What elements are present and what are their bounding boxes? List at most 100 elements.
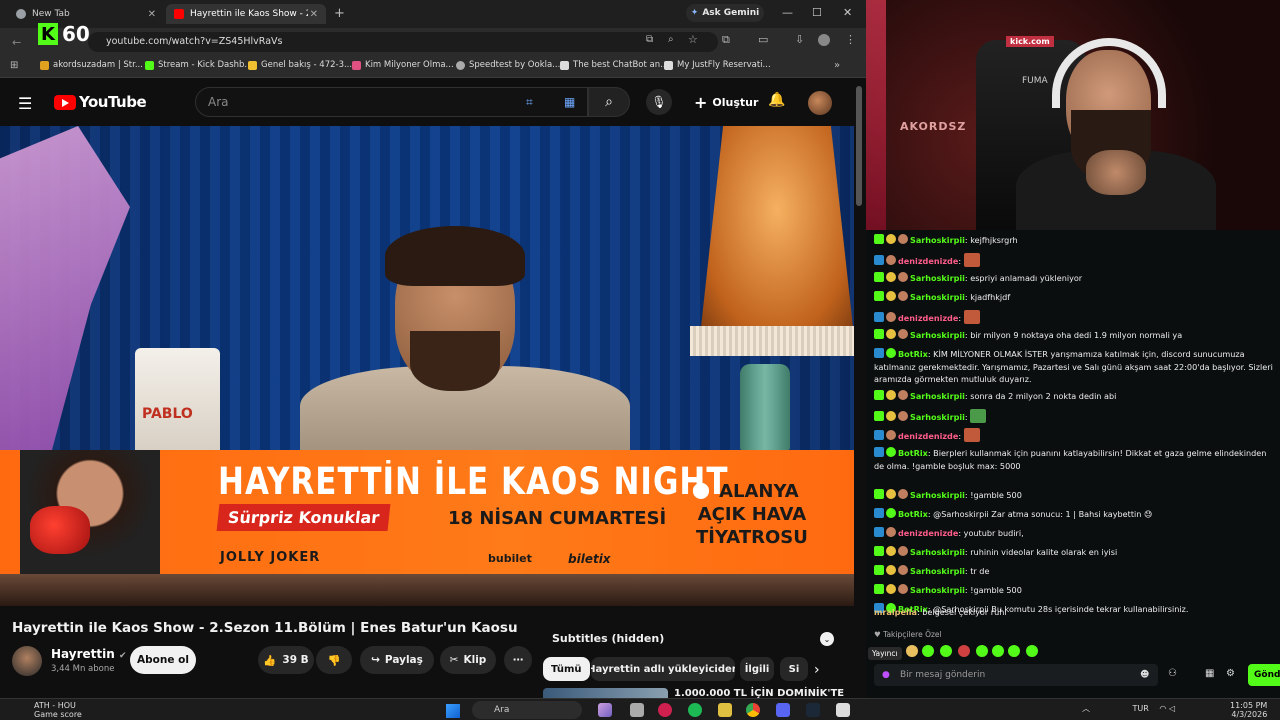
minimize-icon[interactable]: — xyxy=(782,6,793,19)
bookmark-star-icon[interactable]: ☆ xyxy=(688,33,698,46)
system-tray[interactable]: ︿ TUR ◠ ◁ xyxy=(1082,703,1175,714)
close-window-icon[interactable]: ✕ xyxy=(843,6,852,19)
extensions-icon[interactable]: ⧉ xyxy=(722,33,730,47)
hamburger-menu-icon[interactable]: ☰ xyxy=(18,94,32,113)
file-manager-icon[interactable] xyxy=(718,703,732,717)
send-chat-button[interactable]: Gönde xyxy=(1248,664,1280,686)
sidepanel-icon[interactable]: ▭ xyxy=(758,33,768,46)
settings-gear-icon[interactable]: ⚙ xyxy=(1226,668,1235,679)
chat-message-input[interactable]: Bir mesaj gönderin ● ☻ xyxy=(874,664,1158,686)
zoom-icon[interactable]: ⌕ xyxy=(668,34,674,45)
chat-username[interactable]: mralpella xyxy=(874,607,917,617)
emote-icon[interactable] xyxy=(922,645,934,657)
emote-icon[interactable] xyxy=(1008,645,1020,657)
chat-username[interactable]: Sarhoskirpii xyxy=(910,330,965,340)
search-input[interactable]: Ara ⌗ ▦ xyxy=(195,87,588,117)
emote-icon[interactable] xyxy=(958,645,970,657)
subtitles-panel-header[interactable]: Subtitles (hidden) xyxy=(542,626,842,650)
chat-username[interactable]: Sarhoskirpii xyxy=(910,585,965,595)
chat-username[interactable]: Sarhoskirpii xyxy=(910,235,965,245)
apps-grid-icon[interactable]: ⊞ xyxy=(10,60,18,71)
tab-youtube[interactable]: Hayrettin ile Kaos Show - 2.Sez ✕ xyxy=(166,4,326,24)
taskbar-clock[interactable]: 11:05 PM 4/3/2026 xyxy=(1230,701,1267,719)
youtube-logo[interactable]: YouTube xyxy=(54,93,147,111)
chat-username[interactable]: denizdenizde xyxy=(898,256,958,266)
url-field[interactable]: youtube.com/watch?v=ZS45HlvRaVs xyxy=(88,32,718,52)
menu-kebab-icon[interactable]: ⋮ xyxy=(845,33,856,46)
maximize-icon[interactable]: ☐ xyxy=(812,6,822,19)
app-icon[interactable] xyxy=(836,703,850,717)
chat-username[interactable]: Sarhoskirpii xyxy=(910,547,965,557)
video-player[interactable]: PABLO HAYRETTİN İLE KAOS NIGHT Sürpriz K… xyxy=(0,126,854,606)
bookmark-item[interactable]: The best ChatBot an... xyxy=(560,60,668,70)
bookmark-item[interactable]: Genel bakış - 472-3... xyxy=(248,60,352,70)
app-icon[interactable] xyxy=(658,703,672,717)
channel-name[interactable]: Hayrettin ✔ xyxy=(51,647,127,661)
file-explorer-icon[interactable] xyxy=(630,703,644,717)
translate-icon[interactable]: ⌗ xyxy=(526,88,533,116)
voice-search-button[interactable]: 🎙 xyxy=(646,89,672,115)
recommended-thumbnail[interactable] xyxy=(543,688,668,698)
search-button[interactable]: ⌕ xyxy=(588,87,630,117)
new-tab-icon[interactable]: + xyxy=(334,6,345,21)
more-actions-button[interactable]: ⋯ xyxy=(504,646,532,674)
chat-username[interactable]: Sarhoskirpii xyxy=(910,566,965,576)
like-button[interactable]: 👍 39 B xyxy=(258,646,314,674)
chip-all[interactable]: Tümü xyxy=(543,657,590,681)
windows-start-icon[interactable] xyxy=(446,704,460,718)
emote-icon[interactable] xyxy=(906,645,918,657)
chip-related[interactable]: İlgili xyxy=(740,657,774,681)
share-button[interactable]: ↪ Paylaş xyxy=(360,646,434,674)
create-button[interactable]: + Oluştur xyxy=(688,89,764,115)
downloads-icon[interactable]: ⇩ xyxy=(795,33,804,46)
user-avatar[interactable] xyxy=(808,91,832,115)
chat-username[interactable]: BotRix xyxy=(898,509,928,519)
taskbar-search[interactable]: Ara xyxy=(472,701,582,719)
chevron-down-icon[interactable]: ⌄ xyxy=(820,632,834,646)
chat-username[interactable]: Sarhoskirpii xyxy=(910,273,965,283)
steam-icon[interactable] xyxy=(806,703,820,717)
chat-username[interactable]: Sarhoskirpii xyxy=(910,391,965,401)
points-icon[interactable]: ⚇ xyxy=(1168,668,1177,679)
back-icon[interactable]: ← xyxy=(12,36,21,49)
bookmark-item[interactable]: Kim Milyoner Olma... xyxy=(352,60,454,70)
more-bookmarks-icon[interactable]: » xyxy=(834,60,840,71)
chat-username[interactable]: denizdenizde xyxy=(898,431,958,441)
tab-new-tab[interactable]: New Tab ✕ xyxy=(8,4,164,24)
keyboard-icon[interactable]: ▦ xyxy=(564,88,575,116)
clip-button[interactable]: ✂ Klip xyxy=(440,646,496,674)
close-tab-icon[interactable]: ✕ xyxy=(148,9,156,20)
dislike-button[interactable]: 👎 xyxy=(316,646,352,674)
emote-icon[interactable] xyxy=(940,645,952,657)
chat-username[interactable]: denizdenizde xyxy=(898,528,958,538)
notifications-bell-icon[interactable]: 🔔 xyxy=(768,92,785,108)
bookmark-item[interactable]: Stream - Kick Dashb... xyxy=(145,60,253,70)
cast-icon[interactable]: ⧉ xyxy=(646,34,653,45)
emote-icon[interactable] xyxy=(992,645,1004,657)
chip-more[interactable]: Si xyxy=(780,657,808,681)
store-icon[interactable]: ▦ xyxy=(1205,668,1214,679)
chat-username[interactable]: BotRix xyxy=(898,448,928,458)
bookmark-item[interactable]: Speedtest by Ookla... xyxy=(456,60,560,70)
bookmark-item[interactable]: akordsuzadam | Str... xyxy=(40,60,143,70)
chat-username[interactable]: BotRix xyxy=(898,349,928,359)
chevron-right-icon[interactable]: › xyxy=(814,662,820,678)
channel-avatar[interactable] xyxy=(12,646,42,676)
emote-icon[interactable] xyxy=(1026,645,1038,657)
spotify-icon[interactable] xyxy=(688,703,702,717)
taskbar-widget[interactable]: ATH - HOU Game score xyxy=(34,701,82,719)
profile-avatar[interactable] xyxy=(818,34,830,46)
subscribe-button[interactable]: Abone ol xyxy=(130,646,196,674)
close-tab-icon[interactable]: ✕ xyxy=(310,9,318,20)
chat-username[interactable]: Sarhoskirpii xyxy=(910,490,965,500)
chip-from-uploader[interactable]: Hayrettin adlı yükleyiciden xyxy=(591,657,735,681)
chat-username[interactable]: Sarhoskirpii xyxy=(910,292,965,302)
ask-gemini-button[interactable]: ✦ Ask Gemini xyxy=(686,4,764,22)
page-scrollbar[interactable] xyxy=(856,86,862,206)
bookmark-item[interactable]: My JustFly Reservati... xyxy=(664,60,771,70)
widgets-icon[interactable] xyxy=(598,703,612,717)
emoji-icon[interactable]: ☻ xyxy=(1140,664,1149,686)
discord-icon[interactable] xyxy=(776,703,790,717)
chat-username[interactable]: denizdenizde xyxy=(898,313,958,323)
emote-icon[interactable] xyxy=(976,645,988,657)
